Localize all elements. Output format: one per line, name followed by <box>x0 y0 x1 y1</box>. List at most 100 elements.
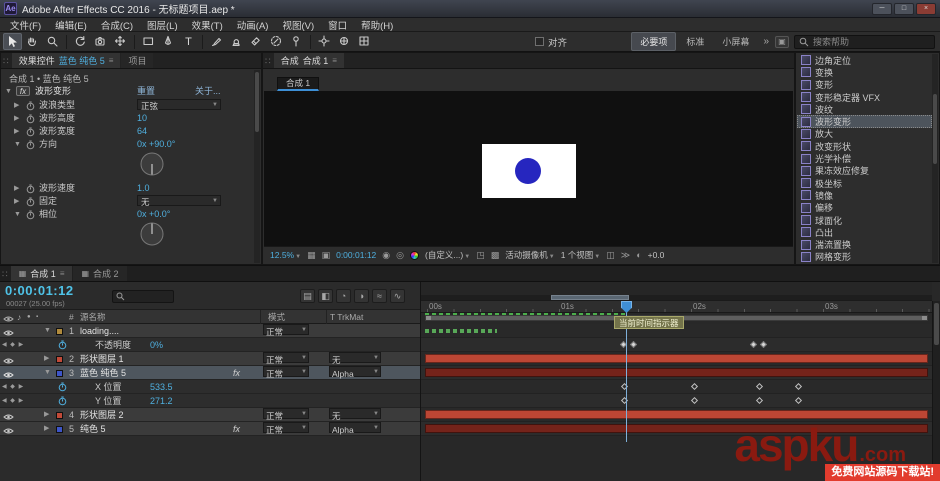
keyframe[interactable] <box>690 396 699 405</box>
twirl-icon[interactable]: ▶ <box>44 352 49 366</box>
snapshot-icon[interactable]: ◉ <box>382 250 390 261</box>
effect-name[interactable]: 波形变形 <box>35 85 71 98</box>
workspace-tab[interactable]: 必要项 <box>631 32 677 51</box>
layer-row[interactable]: ▶ 2 形状图层 1 正常 ▼ 无 ▼ <box>0 352 420 366</box>
menu-item[interactable]: 视图(V) <box>275 18 321 32</box>
graph-editor-icon[interactable]: ∿ <box>390 289 405 303</box>
track-row[interactable] <box>421 352 932 366</box>
axis-mode-local-icon[interactable] <box>315 33 334 50</box>
camera-dropdown[interactable]: 活动摄像机▼ <box>505 249 554 261</box>
panel-menu-icon[interactable]: ≡ <box>60 269 65 278</box>
phase-dial[interactable] <box>139 221 165 250</box>
trkmat-dropdown[interactable]: Alpha ▼ <box>329 422 381 435</box>
twirl-icon[interactable]: ▼ <box>14 208 21 221</box>
twirl-icon[interactable]: ▼ <box>14 138 21 151</box>
snapping-toggle[interactable]: 对齐 <box>535 35 567 49</box>
layer-duration-bar[interactable] <box>425 368 928 377</box>
timeline-search-input[interactable] <box>128 292 168 301</box>
effects-list-item[interactable]: 变形 <box>797 79 932 91</box>
layer-label-chip[interactable] <box>56 327 63 335</box>
track-row[interactable] <box>421 380 932 394</box>
layer-label-chip[interactable] <box>56 425 63 433</box>
track-row[interactable] <box>421 394 932 408</box>
effects-list-item[interactable]: 凸出 <box>797 226 932 238</box>
scrollbar[interactable] <box>932 54 938 263</box>
reset-link[interactable]: 重置 <box>137 85 155 98</box>
rectangle-tool[interactable] <box>139 33 158 50</box>
panel-grip-icon[interactable]: ∷ <box>263 53 273 68</box>
zoom-dropdown[interactable]: 12.5%▼ <box>270 250 301 260</box>
blend-mode-dropdown[interactable]: 正常 ▼ <box>263 324 309 337</box>
layer-name[interactable]: loading.... <box>80 324 119 338</box>
current-timecode[interactable]: 0:00:01:12 <box>5 283 74 298</box>
roto-brush-tool[interactable] <box>267 33 286 50</box>
menu-item[interactable]: 效果(T) <box>185 18 230 32</box>
stopwatch-icon[interactable] <box>26 140 35 154</box>
property-row[interactable]: ◀ ◆ ▶ Y 位置 271.2 <box>0 394 420 408</box>
time-navigator[interactable] <box>421 282 932 301</box>
keyframe[interactable] <box>794 396 803 405</box>
layer-duration-bar[interactable] <box>425 354 928 363</box>
property-value[interactable]: 0% <box>150 338 163 352</box>
workspace-tab[interactable]: 小屏幕 <box>714 33 757 50</box>
blend-mode-dropdown[interactable]: 正常 ▼ <box>263 408 309 421</box>
channels-icon[interactable] <box>410 250 419 260</box>
property-row[interactable]: ▶ 波形速度 1.0 <box>1 182 261 195</box>
about-link[interactable]: 关于... <box>195 85 221 98</box>
menu-item[interactable]: 文件(F) <box>3 18 48 32</box>
effects-list-item[interactable]: 光学补偿 <box>797 152 932 164</box>
hand-tool[interactable] <box>23 33 42 50</box>
layer-row[interactable]: ▼ 1 loading.... 正常 ▼ <box>0 324 420 338</box>
direction-dial[interactable] <box>139 151 165 180</box>
effects-list-item[interactable]: 边角定位 <box>797 54 932 66</box>
navigator-track[interactable] <box>421 295 932 300</box>
eye-icon[interactable] <box>3 425 14 439</box>
property-value[interactable]: 10 <box>137 112 147 125</box>
help-search-box[interactable] <box>794 34 935 49</box>
keyframe-navigator-icon[interactable]: ◀ ◆ ▶ <box>2 394 24 408</box>
workspace-overflow-chevron[interactable]: » <box>758 36 774 47</box>
show-snapshot-icon[interactable]: ◎ <box>396 250 404 261</box>
camera-tool[interactable] <box>91 33 110 50</box>
effects-list-item[interactable]: 变换 <box>797 66 932 78</box>
trkmat-dropdown[interactable]: 无 ▼ <box>329 408 381 421</box>
blend-mode-dropdown[interactable]: 正常 ▼ <box>263 352 309 365</box>
blend-mode-dropdown[interactable]: 正常 ▼ <box>263 422 309 435</box>
menu-item[interactable]: 动画(A) <box>230 18 276 32</box>
exposure-icon[interactable]: ◐ <box>636 250 641 260</box>
layer-duration-bar[interactable] <box>425 410 928 419</box>
property-name[interactable]: X 位置 <box>95 380 122 394</box>
scrollbar[interactable] <box>254 70 260 263</box>
panel-grip-icon[interactable]: ∷ <box>1 53 11 68</box>
twirl-icon[interactable]: ▼ <box>5 85 12 98</box>
tab-project[interactable]: 项目 <box>121 53 154 68</box>
help-search-input[interactable] <box>813 36 930 47</box>
property-row[interactable]: ◀ ◆ ▶ X 位置 533.5 <box>0 380 420 394</box>
property-row[interactable]: ▼ 方向 0x +90.0° <box>1 138 261 151</box>
current-time-indicator-line[interactable] <box>626 313 627 442</box>
comp-mini-flowchart-icon[interactable]: ▤ <box>300 289 315 303</box>
property-value[interactable]: 0x +90.0° <box>137 138 175 151</box>
layer-row[interactable]: ▼ 3 蓝色 纯色 5 fx 正常 ▼ Alpha ▼ <box>0 366 420 380</box>
eraser-tool[interactable] <box>247 33 266 50</box>
property-value[interactable]: 271.2 <box>150 394 173 408</box>
twirl-icon[interactable]: ▶ <box>14 99 19 112</box>
brush-tool[interactable] <box>207 33 226 50</box>
keyframe[interactable] <box>749 340 758 349</box>
property-name[interactable]: Y 位置 <box>95 394 121 408</box>
twirl-icon[interactable]: ▶ <box>44 408 49 422</box>
stopwatch-icon[interactable] <box>26 210 35 224</box>
puppet-pin-tool[interactable] <box>287 33 306 50</box>
panel-menu-icon[interactable]: ≡ <box>332 56 337 65</box>
pan-behind-tool[interactable] <box>111 33 130 50</box>
property-row[interactable]: ▶ 固定 无 ▼ <box>1 195 261 208</box>
rotation-tool[interactable] <box>71 33 90 50</box>
shy-layers-icon[interactable]: ◔ <box>336 289 351 303</box>
menu-item[interactable]: 编辑(E) <box>48 18 94 32</box>
timeline-search-box[interactable] <box>112 290 174 303</box>
effects-list-item[interactable]: 偏移 <box>797 202 932 214</box>
pixel-aspect-icon[interactable]: ◫ <box>606 250 615 261</box>
effects-list-item[interactable]: 湍流置换 <box>797 238 932 250</box>
fx-switch[interactable]: fx <box>233 366 240 380</box>
layer-row[interactable]: ▶ 5 纯色 5 fx 正常 ▼ Alpha ▼ <box>0 422 420 436</box>
